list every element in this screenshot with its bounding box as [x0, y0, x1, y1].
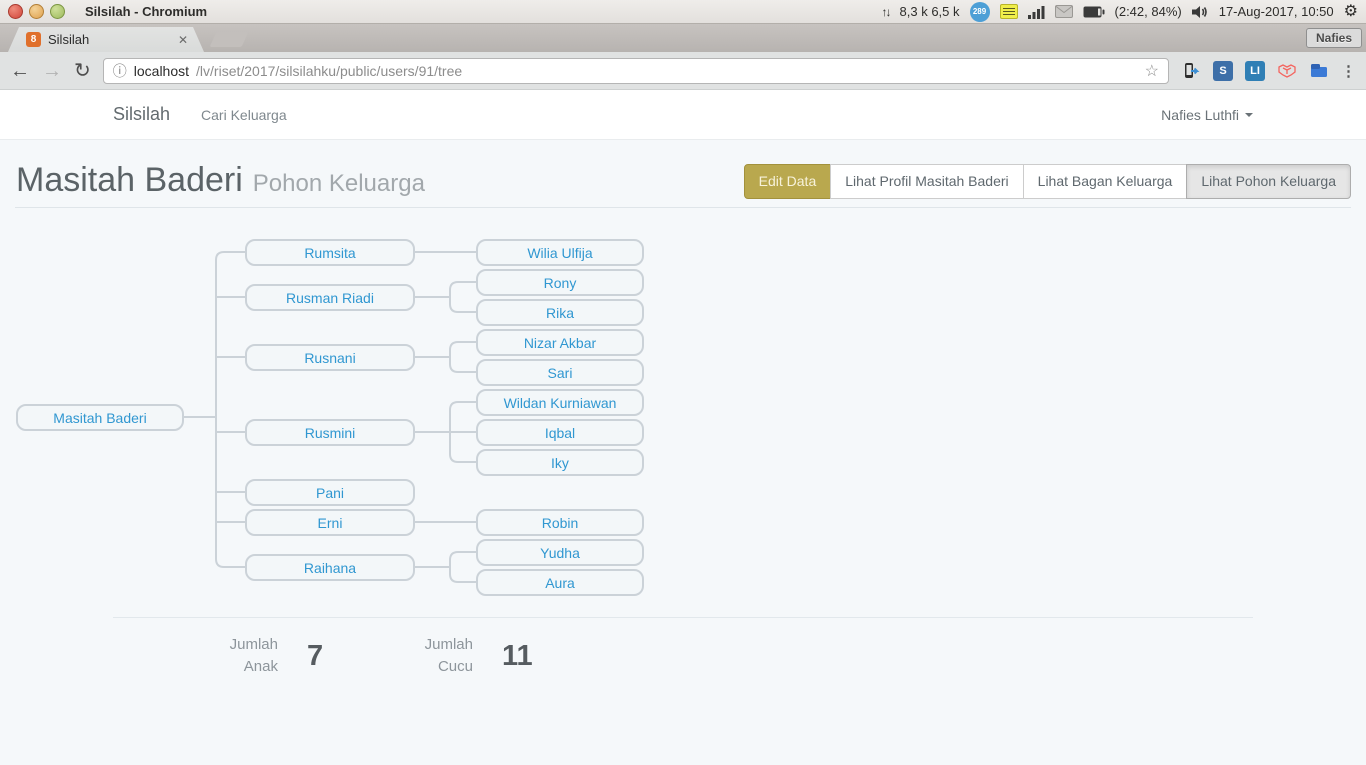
- mail-indicator-icon[interactable]: [1055, 5, 1073, 18]
- lihat-pohon-button[interactable]: Lihat Pohon Keluarga: [1186, 164, 1351, 199]
- tree-node[interactable]: Iqbal: [476, 419, 644, 446]
- stat-label: Jumlah: [308, 634, 473, 656]
- navbar-brand[interactable]: Silsilah: [113, 104, 170, 125]
- tree-node[interactable]: Rusmini: [245, 419, 415, 446]
- browser-tab[interactable]: 8 Silsilah ✕: [8, 27, 204, 52]
- browser-tab-strip: 8 Silsilah ✕ Nafies: [0, 24, 1366, 52]
- tree-node[interactable]: Rony: [476, 269, 644, 296]
- tree-node[interactable]: Wilia Ulfija: [476, 239, 644, 266]
- stat-label: Jumlah: [113, 634, 278, 656]
- stat-value-cucu: 11: [502, 640, 533, 673]
- battery-icon[interactable]: [1083, 6, 1105, 18]
- window-controls: [8, 4, 65, 19]
- stats-divider: [113, 617, 1253, 618]
- session-gear-icon[interactable]: ⚙: [1344, 4, 1358, 20]
- laravel-extension-icon[interactable]: [1277, 61, 1297, 81]
- chevron-down-icon: [1245, 113, 1253, 117]
- tree-node[interactable]: Yudha: [476, 539, 644, 566]
- signal-bars-icon[interactable]: [1028, 5, 1045, 19]
- forward-button[interactable]: →: [42, 61, 62, 81]
- tree-node[interactable]: Pani: [245, 479, 415, 506]
- tree-node[interactable]: Rusnani: [245, 344, 415, 371]
- url-path: /lv/riset/2017/silsilahku/public/users/9…: [196, 63, 1138, 79]
- tree-node[interactable]: Erni: [245, 509, 415, 536]
- network-updown-icon: ↑↓: [882, 5, 890, 19]
- tab-close-icon[interactable]: ✕: [178, 33, 188, 47]
- tree-node[interactable]: Rika: [476, 299, 644, 326]
- address-bar[interactable]: ⓘ localhost /lv/riset/2017/silsilahku/pu…: [103, 58, 1169, 84]
- window-title: Silsilah - Chromium: [85, 4, 207, 19]
- action-button-group: Edit Data Lihat Profil Masitah Baderi Li…: [744, 164, 1351, 199]
- volume-icon[interactable]: [1192, 5, 1209, 19]
- url-host: localhost: [134, 63, 189, 79]
- heading-divider: [15, 207, 1351, 208]
- app-navbar: Silsilah Cari Keluarga Nafies Luthfi: [0, 90, 1366, 140]
- tab-favicon-icon: 8: [26, 32, 41, 47]
- navbar-item-cari-keluarga[interactable]: Cari Keluarga: [201, 107, 287, 123]
- browser-toolbar: ← → ↻ ⓘ localhost /lv/riset/2017/silsila…: [0, 52, 1366, 90]
- tree-node[interactable]: Robin: [476, 509, 644, 536]
- lihat-bagan-button[interactable]: Lihat Bagan Keluarga: [1023, 164, 1188, 199]
- send-to-device-extension-icon[interactable]: [1181, 61, 1201, 81]
- lihat-profil-button[interactable]: Lihat Profil Masitah Baderi: [830, 164, 1023, 199]
- network-rate: 8,3 k 6,5 k: [900, 4, 960, 19]
- desktop-top-panel: Silsilah - Chromium ↑↓ 8,3 k 6,5 k 289 (…: [0, 0, 1366, 24]
- tree-node[interactable]: Sari: [476, 359, 644, 386]
- tree-node[interactable]: Aura: [476, 569, 644, 596]
- site-info-icon[interactable]: ⓘ: [113, 61, 127, 81]
- window-minimize-button[interactable]: [29, 4, 44, 19]
- person-name: Masitah Baderi: [16, 161, 243, 199]
- session-name-tooltip: Nafies: [1306, 28, 1362, 48]
- stat-label: Anak: [113, 656, 278, 678]
- page-title: Masitah Baderi Pohon Keluarga: [16, 161, 425, 200]
- blue-box-extension-icon[interactable]: [1309, 61, 1329, 81]
- li-extension-icon[interactable]: LI: [1245, 61, 1265, 81]
- battery-status[interactable]: (2:42, 84%): [1115, 4, 1182, 19]
- tree-node[interactable]: Wildan Kurniawan: [476, 389, 644, 416]
- indicator-badge-icon[interactable]: 289: [970, 2, 990, 22]
- tree-node[interactable]: Rusman Riadi: [245, 284, 415, 311]
- browser-menu-icon[interactable]: ⋮: [1341, 62, 1356, 80]
- notes-indicator-icon[interactable]: [1000, 4, 1018, 19]
- stat-jumlah-anak: Jumlah Anak 7: [113, 634, 323, 678]
- navbar-user-name: Nafies Luthfi: [1161, 107, 1239, 123]
- tree-node[interactable]: Nizar Akbar: [476, 329, 644, 356]
- new-tab-button[interactable]: [210, 32, 249, 47]
- edit-data-button[interactable]: Edit Data: [744, 164, 832, 199]
- tree-node[interactable]: Masitah Baderi: [16, 404, 184, 431]
- tab-title: Silsilah: [48, 32, 171, 47]
- navbar-user-dropdown[interactable]: Nafies Luthfi: [1161, 107, 1253, 123]
- stat-label: Cucu: [308, 656, 473, 678]
- clock[interactable]: 17-Aug-2017, 10:50: [1219, 4, 1334, 19]
- tree-node[interactable]: Iky: [476, 449, 644, 476]
- stat-jumlah-cucu: Jumlah Cucu 11: [308, 634, 533, 678]
- system-tray: ↑↓ 8,3 k 6,5 k 289 (2:42, 84%) 17-Aug-20…: [882, 2, 1358, 22]
- page-subtitle: Pohon Keluarga: [253, 170, 425, 197]
- window-maximize-button[interactable]: [50, 4, 65, 19]
- tree-node[interactable]: Rumsita: [245, 239, 415, 266]
- s-extension-icon[interactable]: S: [1213, 61, 1233, 81]
- reload-button[interactable]: ↻: [74, 61, 91, 81]
- window-close-button[interactable]: [8, 4, 23, 19]
- bookmark-star-icon[interactable]: ☆: [1145, 61, 1159, 81]
- tree-node[interactable]: Raihana: [245, 554, 415, 581]
- back-button[interactable]: ←: [10, 61, 30, 81]
